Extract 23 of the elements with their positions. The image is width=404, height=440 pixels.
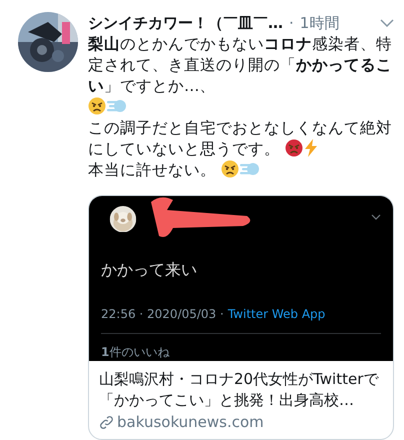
author-name[interactable]: シンイチカワー！（￣皿￣… [88,14,283,32]
tweet-timestamp: 22:56 · 2020/05/03 · [101,307,224,322]
chevron-down-icon[interactable] [380,19,394,27]
link-icon [99,414,114,430]
pouting-face-icon [284,139,303,157]
timestamp: 1時間 [300,14,340,32]
link-domain: bakusokunews.com [117,413,264,431]
tweet-text: にしていないと思うです。 [88,140,280,158]
tweet-text: この調子だと自宅でおとなしくなんて絶対 [88,119,392,137]
angry-face-icon [88,97,106,115]
link-title[interactable]: 山梨鳴沢村・コロナ20代女性がTwitterで「かかってこい」と挑発！出身高校… [99,369,383,411]
quoted-card[interactable]: かかって来い 22:56 · 2020/05/03 · Twitter Web App 1件のいいね 山梨鳴沢村・コロナ20代女性がTwitterで「かかってこい」と挑発！出身高校… bakusokunews.com [88,195,394,440]
source-link[interactable]: Twitter Web App [228,307,326,322]
quoted-tweet-text: かかって来い [101,260,198,282]
like-count[interactable]: 1件のいいね [101,344,381,361]
lightning-icon [304,139,318,157]
tweet-text: 梨山のとかんでかもないコロナ感染者、特定されて、き直送のり開の「かかってるこい」ですとか…、 [88,35,392,95]
separator-dot: · [289,14,294,32]
tweet-text: 本当に許せない。 [88,161,216,179]
angry-face-icon [220,160,239,178]
puff-icon [107,98,127,114]
puff-icon [240,161,260,177]
chevron-down-icon[interactable] [371,214,381,220]
